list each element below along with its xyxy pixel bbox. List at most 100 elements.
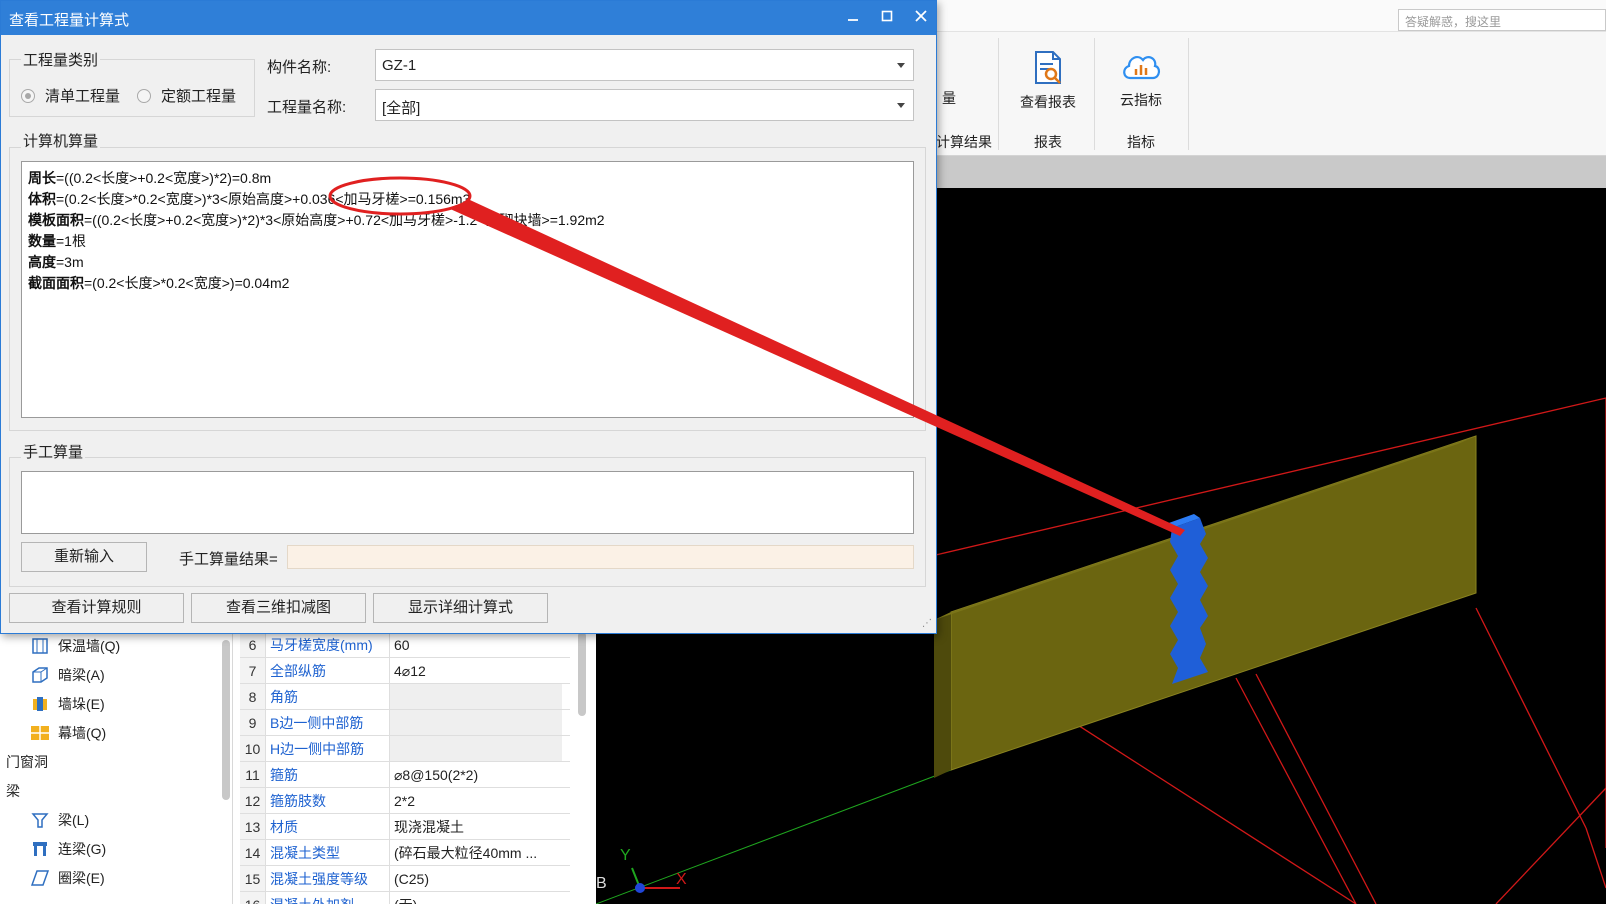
row-number: 11 [240, 762, 266, 787]
property-value[interactable]: 2*2 [390, 788, 562, 813]
view-3d-deduction-button[interactable]: 查看三维扣减图 [191, 593, 366, 623]
maximize-icon [881, 9, 893, 26]
cloud-index-button[interactable]: 云指标 [1098, 42, 1184, 126]
table-row[interactable]: 9 B边一侧中部筋 [240, 710, 570, 736]
minimize-button[interactable] [839, 5, 867, 31]
tree-item-label: 梁(L) [58, 812, 90, 828]
property-value[interactable]: (C25) [390, 866, 562, 891]
view-calc-rules-button[interactable]: 查看计算规则 [9, 593, 184, 623]
property-name: 全部纵筋 [266, 658, 390, 683]
computer-calc-label: 计算机算量 [21, 130, 101, 151]
table-row[interactable]: 13 材质 现浇混凝土 [240, 814, 570, 840]
quantity-type-label: 工程量类别 [21, 49, 101, 70]
row-number: 8 [240, 684, 266, 709]
chevron-down-icon [897, 63, 905, 68]
table-row[interactable]: 6 马牙槎宽度(mm) 60 [240, 632, 570, 658]
manual-calc-input[interactable] [21, 471, 914, 534]
property-value[interactable] [390, 736, 562, 761]
table-row[interactable]: 16 混凝土外加剂 (无) [240, 892, 570, 904]
table-row[interactable]: 7 全部纵筋 4⌀12 [240, 658, 570, 684]
ring-beam-icon [30, 869, 50, 887]
property-value[interactable]: 4⌀12 [390, 658, 562, 683]
tree-item-curtain-wall[interactable]: 幕墙(Q) [30, 719, 106, 747]
reenter-button[interactable]: 重新输入 [21, 542, 147, 572]
row-number: 14 [240, 840, 266, 865]
quantity-name-select[interactable]: [全部] [375, 89, 914, 121]
view-report-button[interactable]: 查看报表 [1005, 42, 1091, 126]
maximize-button[interactable] [873, 5, 901, 31]
tree-item-insulation-wall[interactable]: 保温墙(Q) [30, 632, 120, 660]
close-button[interactable] [907, 5, 935, 31]
calc-line-volume: 体积=(0.2<长度>*0.2<宽度>)*3<原始高度>+0.036<加马牙槎>… [28, 189, 470, 209]
table-row[interactable]: 11 箍筋 ⌀8@150(2*2) [240, 762, 570, 788]
row-number: 6 [240, 632, 266, 657]
tree-item-ring-beam[interactable]: 圈梁(E) [30, 864, 105, 892]
y-axis-line [596, 767, 957, 904]
component-name-value: GZ-1 [382, 57, 417, 74]
ribbon-divider [1094, 38, 1095, 150]
column-gz-1[interactable] [934, 435, 1477, 778]
tree-item-hidden-beam[interactable]: 暗梁(A) [30, 661, 105, 689]
calc-line-section-area: 截面面积=(0.2<长度>*0.2<宽度>)=0.04m2 [28, 273, 289, 293]
row-number: 12 [240, 788, 266, 813]
radio-quota-quantity[interactable]: 定额工程量 [137, 85, 236, 106]
radio-label: 清单工程量 [45, 88, 121, 105]
table-row[interactable]: 14 混凝土类型 (碎石最大粒径40mm ... [240, 840, 570, 866]
hidden-beam-icon [30, 666, 50, 684]
radio-label: 定额工程量 [161, 88, 237, 105]
property-name: 材质 [266, 814, 390, 839]
tree-group-label: 门窗洞 [6, 754, 48, 770]
property-table: 6 马牙槎宽度(mm) 60 7 全部纵筋 4⌀12 8 角筋 9 B边一侧中部… [240, 632, 570, 904]
tree-item-label: 圈梁(E) [58, 870, 105, 886]
tree-item-beam[interactable]: 梁(L) [30, 806, 89, 834]
calc-key: 数量 [28, 233, 56, 249]
table-row[interactable]: 8 角筋 [240, 684, 570, 710]
tree-item-wall-pier[interactable]: 墙垛(E) [30, 690, 105, 718]
dialog-title: 查看工程量计算式 [9, 12, 130, 29]
row-number: 10 [240, 736, 266, 761]
row-number: 16 [240, 892, 266, 904]
property-name: B边一侧中部筋 [266, 710, 390, 735]
property-value[interactable]: 现浇混凝土 [390, 814, 562, 839]
cloud-index-label: 云指标 [1120, 92, 1162, 108]
property-value[interactable]: 60 [390, 632, 562, 657]
report-icon [1005, 50, 1091, 86]
property-name: 混凝土外加剂 [266, 892, 390, 904]
dialog-titlebar[interactable]: 查看工程量计算式 [1, 1, 936, 35]
radio-dot [137, 88, 151, 103]
table-row[interactable]: 15 混凝土强度等级 (C25) [240, 866, 570, 892]
chevron-down-icon [897, 103, 905, 108]
table-row[interactable]: 12 箍筋肢数 2*2 [240, 788, 570, 814]
quantity-name-label: 工程量名称: [267, 99, 347, 116]
property-name: 角筋 [266, 684, 390, 709]
tree-item-coupling-beam[interactable]: 连梁(G) [30, 835, 106, 863]
property-name: 混凝土类型 [266, 840, 390, 865]
property-table-scrollbar[interactable] [578, 632, 586, 716]
component-name-label: 构件名称: [267, 59, 332, 76]
property-name: 马牙槎宽度(mm) [266, 632, 390, 657]
search-input[interactable]: 答疑解惑，搜这里 [1398, 9, 1606, 31]
manual-result-field[interactable] [287, 545, 914, 569]
quantity-formula-dialog: 查看工程量计算式 工程量类别 清单工程量 定额工程量 构件名称: GZ-1 工程… [0, 0, 937, 634]
property-value[interactable]: (无) [390, 892, 562, 904]
calc-formula-box[interactable]: 周长=((0.2<长度>+0.2<宽度>)*2)=0.8m 体积=(0.2<长度… [21, 161, 914, 418]
ribbon-divider [998, 38, 999, 150]
tree-scrollbar[interactable] [222, 640, 230, 800]
property-value[interactable] [390, 684, 562, 709]
calc-key: 周长 [28, 170, 56, 186]
tree-group-doors-windows[interactable]: 门窗洞 [6, 748, 48, 776]
property-value[interactable]: (碎石最大粒径40mm ... [390, 840, 562, 865]
tree-group-beams[interactable]: 梁 [6, 777, 20, 805]
calc-line-height: 高度=3m [28, 252, 84, 272]
calc-key: 截面面积 [28, 275, 84, 291]
radio-bill-quantity[interactable]: 清单工程量 [21, 85, 120, 106]
table-row[interactable]: 10 H边一侧中部筋 [240, 736, 570, 762]
axis-label-x: X [676, 871, 687, 888]
radio-dot-selected [21, 88, 35, 103]
resize-grip-icon[interactable]: ⋰ [922, 618, 932, 629]
component-name-select[interactable]: GZ-1 [375, 49, 914, 81]
calc-line-formwork-area: 模板面积=((0.2<长度>+0.2<宽度>)*2)*3<原始高度>+0.72<… [28, 210, 605, 230]
property-value[interactable]: ⌀8@150(2*2) [390, 762, 562, 787]
property-value[interactable] [390, 710, 562, 735]
show-detailed-formula-button[interactable]: 显示详细计算式 [373, 593, 548, 623]
